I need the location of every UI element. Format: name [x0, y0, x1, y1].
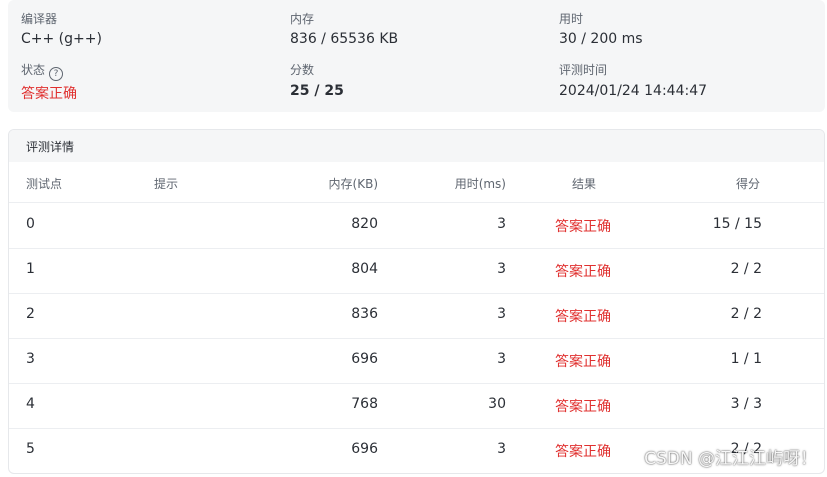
cell-result: 答案正确	[555, 399, 611, 415]
th-memory: 内存(KB)	[328, 177, 378, 191]
cell-time: 3	[497, 351, 506, 367]
cell-memory: 836	[351, 306, 378, 322]
question-circle-icon[interactable]: ?	[49, 67, 64, 81]
compiler-label: 编译器	[21, 12, 58, 26]
cell-test-point: 0	[26, 216, 35, 232]
score-value: 25 / 25	[290, 83, 344, 99]
cell-result: 答案正确	[555, 219, 611, 235]
th-test-point: 测试点	[26, 177, 63, 191]
memory-value: 836 / 65536 KB	[290, 31, 399, 47]
cell-memory: 804	[351, 261, 378, 277]
compiler-value: C++ (g++)	[21, 31, 102, 47]
cell-score: 2 / 2	[730, 306, 762, 322]
cell-time: 3	[497, 216, 506, 232]
table-header: 测试点 提示 内存(KB) 用时(ms) 结果 得分	[9, 162, 824, 203]
cell-memory: 820	[351, 216, 378, 232]
cell-memory: 696	[351, 351, 378, 367]
cell-time: 30	[488, 396, 506, 412]
table-row: 1 804 3 答案正确 2 / 2	[9, 248, 824, 294]
cell-time: 3	[497, 441, 506, 457]
th-hint: 提示	[154, 177, 179, 191]
status-label-wrap: 状态?	[21, 61, 64, 81]
cell-score: 3 / 3	[730, 396, 762, 412]
judge-time-value: 2024/01/24 14:44:47	[559, 83, 708, 99]
cell-memory: 696	[351, 441, 378, 457]
details-title: 评测详情	[26, 140, 75, 154]
cell-time: 3	[497, 261, 506, 277]
time-value: 30 / 200 ms	[559, 31, 643, 47]
judge-time-label: 评测时间	[559, 63, 608, 77]
cell-score: 1 / 1	[730, 351, 762, 367]
table-row: 2 836 3 答案正确 2 / 2	[9, 293, 824, 339]
cell-time: 3	[497, 306, 506, 322]
time-label: 用时	[559, 12, 584, 26]
cell-test-point: 5	[26, 441, 35, 457]
cell-score: 2 / 2	[730, 261, 762, 277]
cell-result: 答案正确	[555, 354, 611, 370]
submission-summary: 编译器 C++ (g++) 状态? 答案正确 内存 836 / 65536 KB…	[8, 0, 825, 112]
cell-test-point: 2	[26, 306, 35, 322]
cell-result: 答案正确	[555, 264, 611, 280]
details-header: 评测详情	[9, 130, 824, 162]
cell-score: 15 / 15	[712, 216, 762, 232]
csdn-watermark: CSDN @江江江屿呀！	[644, 449, 817, 469]
th-time: 用时(ms)	[454, 177, 506, 191]
cell-test-point: 1	[26, 261, 35, 277]
memory-label: 内存	[290, 12, 315, 26]
score-label: 分数	[290, 63, 315, 77]
th-score: 得分	[735, 177, 760, 191]
th-result: 结果	[572, 177, 597, 191]
table-row: 0 820 3 答案正确 15 / 15	[9, 203, 824, 249]
judge-details-panel: 评测详情 测试点 提示 内存(KB) 用时(ms) 结果 得分 0 820 3 …	[8, 129, 825, 474]
table-row: 3 696 3 答案正确 1 / 1	[9, 338, 824, 384]
cell-memory: 768	[351, 396, 378, 412]
cell-test-point: 4	[26, 396, 35, 412]
status-value: 答案正确	[21, 86, 77, 102]
cell-result: 答案正确	[555, 444, 611, 460]
table-row: 4 768 30 答案正确 3 / 3	[9, 383, 824, 429]
cell-test-point: 3	[26, 351, 35, 367]
cell-result: 答案正确	[555, 309, 611, 325]
status-label: 状态	[21, 63, 46, 77]
